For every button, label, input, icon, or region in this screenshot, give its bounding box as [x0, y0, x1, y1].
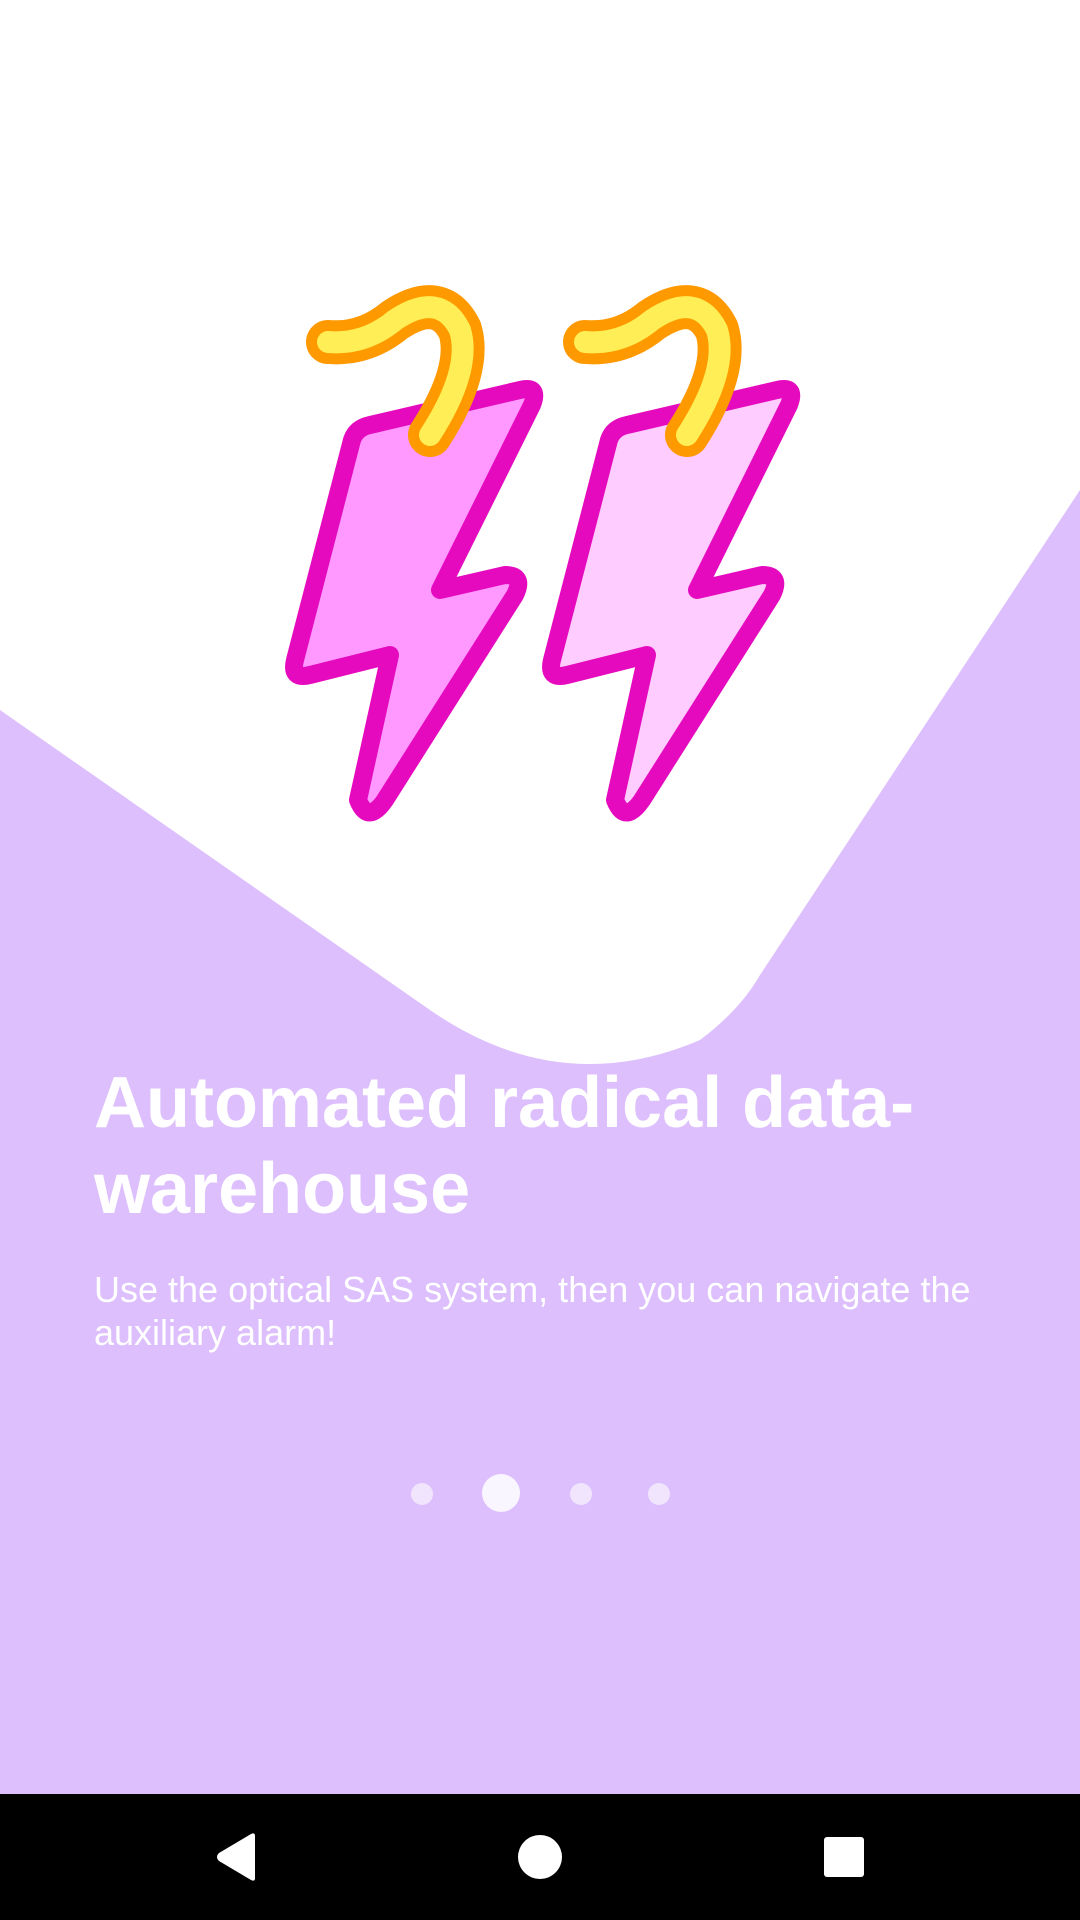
page-dot-4[interactable] [648, 1483, 670, 1505]
double-lightning-bolt-icon [285, 285, 801, 822]
page-indicator [0, 1470, 1080, 1516]
home-circle-icon [518, 1835, 562, 1879]
recents-button[interactable] [784, 1794, 904, 1920]
page-dot-1[interactable] [411, 1483, 433, 1505]
onboarding-title: Automated radical data-warehouse [94, 1063, 915, 1229]
back-triangle-icon [217, 1833, 255, 1881]
back-button[interactable] [176, 1794, 296, 1920]
onboarding-subtitle: Use the optical SAS system, then you can… [94, 1269, 971, 1353]
recents-square-icon [824, 1837, 864, 1877]
system-navigation-bar [0, 1794, 1080, 1920]
page-dot-3[interactable] [570, 1483, 592, 1505]
page-dot-2-active[interactable] [482, 1474, 520, 1512]
home-button[interactable] [480, 1794, 600, 1920]
